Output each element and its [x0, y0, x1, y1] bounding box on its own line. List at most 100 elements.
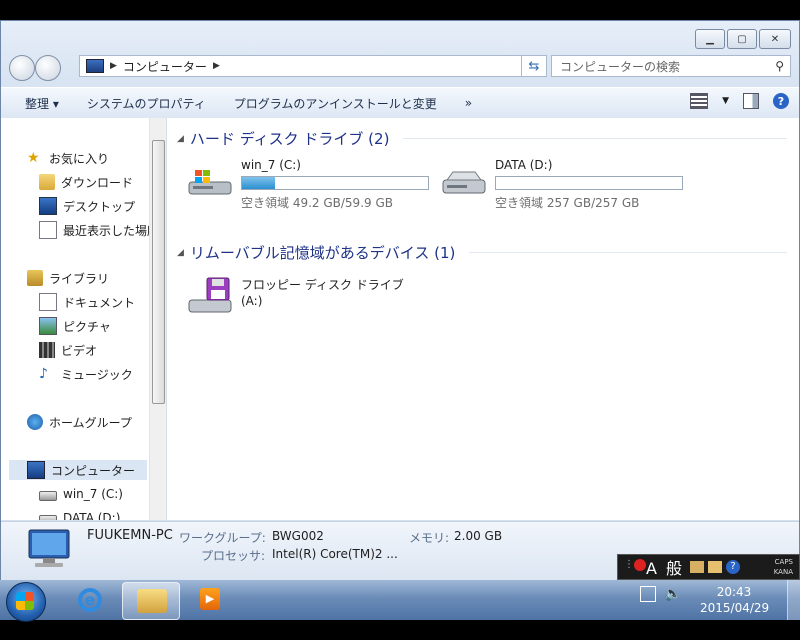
chevron-down-icon[interactable]: ▼ — [722, 96, 729, 106]
sidebar-item-drive-c[interactable]: win_7 (C:) — [39, 484, 123, 504]
kana-label: KANA — [773, 568, 793, 576]
sidebar-item-computer[interactable]: コンピューター — [9, 460, 147, 480]
sidebar-item-label: ミュージック — [61, 367, 133, 382]
start-button[interactable] — [6, 582, 46, 622]
volume-icon[interactable]: 🔈 — [664, 586, 681, 602]
help-icon[interactable]: ? — [773, 93, 789, 109]
command-bar-right: ▼ ? — [690, 93, 789, 109]
ime-mode[interactable]: A 般 — [646, 555, 684, 579]
drive-name-line2: (A:) — [241, 294, 263, 308]
sidebar-item-drive-d[interactable]: DATA (D:) — [39, 508, 120, 520]
search-input[interactable]: コンピューターの検索 ⚲ — [551, 55, 791, 77]
sidebar-item-label: DATA (D:) — [63, 511, 121, 520]
uninstall-button[interactable]: プログラムのアンインストールと変更 — [220, 95, 451, 112]
chevron-right-icon[interactable]: ▶ — [213, 61, 220, 71]
drive-c[interactable]: win_7 (C:) 空き領域 49.2 GB/59.9 GB — [187, 158, 437, 218]
memory-value: 2.00 GB — [454, 529, 503, 543]
downloads-folder-icon — [39, 174, 55, 190]
drive-icon — [39, 515, 57, 520]
sidebar-item-recent[interactable]: 最近表示した場所 — [39, 220, 159, 240]
back-button[interactable] — [9, 55, 35, 81]
clock[interactable]: 20:43 2015/04/29 — [700, 584, 769, 616]
drive-name: win_7 (C:) — [241, 158, 301, 172]
drive-d[interactable]: DATA (D:) 空き領域 257 GB/257 GB — [441, 158, 691, 218]
sidebar-item-label: デスクトップ — [63, 199, 136, 214]
sidebar-item-label: ライブラリ — [49, 271, 110, 286]
sidebar-item-downloads[interactable]: ダウンロード — [39, 172, 133, 192]
computer-monitor-icon — [28, 529, 70, 567]
refresh-button[interactable]: ⇆ — [521, 55, 547, 77]
change-view-icon[interactable] — [690, 93, 709, 109]
sidebar-item-label: win_7 (C:) — [63, 487, 123, 501]
help-icon[interactable]: ? — [726, 560, 741, 574]
drive-usage-bar — [241, 176, 429, 190]
sidebar-item-documents[interactable]: ドキュメント — [39, 292, 135, 312]
sidebar-item-homegroup[interactable]: ホームグループ — [27, 412, 132, 432]
group-title: リムーバブル記憶域があるデバイス (1) — [189, 244, 456, 262]
sidebar-item-label: コンピューター — [51, 463, 136, 478]
sidebar-item-label: ホームグループ — [49, 415, 132, 430]
taskbar-explorer[interactable] — [122, 582, 180, 620]
sidebar-item-label: お気に入り — [49, 151, 110, 166]
pictures-icon — [39, 317, 57, 335]
close-button[interactable]: ✕ — [759, 29, 791, 49]
workgroup-value: BWG002 — [272, 529, 324, 543]
drive-free-space: 空き領域 257 GB/257 GB — [495, 196, 640, 210]
navigation-row: ▶ コンピューター ▶ ▼ ⇆ コンピューターの検索 ⚲ — [7, 53, 791, 81]
minimize-button[interactable]: ▁ — [695, 29, 725, 49]
internet-explorer-icon: e — [78, 588, 102, 612]
sidebar-item-label: ドキュメント — [63, 295, 136, 310]
workgroup-label: ワークグループ: — [179, 531, 266, 545]
sidebar-item-music[interactable]: ♪ ミュージック — [39, 364, 133, 384]
address-bar[interactable]: ▶ コンピューター ▶ ▼ — [79, 55, 545, 77]
collapse-triangle-icon[interactable]: ◢ — [177, 248, 184, 258]
network-icon[interactable] — [640, 586, 656, 602]
system-tray: 🔈 — [640, 586, 681, 602]
drive-name: DATA (D:) — [495, 158, 553, 172]
main-content: ◢ ハード ディスク ドライブ (2) win_7 (C:) 空き領域 49.2… — [167, 118, 799, 520]
preview-pane-icon[interactable] — [743, 93, 759, 109]
nav-scrollbar[interactable] — [149, 118, 166, 520]
command-bar: 整理 ▾ システムのプロパティ プログラムのアンインストールと変更 » ▼ ? — [1, 87, 799, 119]
drive-floppy[interactable]: フロッピー ディスク ドライブ (A:) — [187, 276, 437, 320]
forward-button[interactable] — [35, 55, 61, 81]
caps-kana-indicator: CAPS KANA — [774, 557, 793, 577]
show-desktop-button[interactable] — [787, 580, 800, 620]
taskbar-internet-explorer[interactable]: e — [62, 582, 118, 618]
maximize-button[interactable]: ▢ — [727, 29, 757, 49]
ime-pad-icon[interactable] — [690, 561, 705, 573]
drive-name-line1: フロッピー ディスク ドライブ — [241, 278, 404, 292]
sidebar-item-videos[interactable]: ビデオ — [39, 340, 97, 360]
collapse-triangle-icon[interactable]: ◢ — [177, 134, 184, 144]
more-commands-button[interactable]: » — [451, 96, 486, 110]
organize-label: 整理 — [25, 96, 50, 111]
music-note-icon: ♪ — [39, 366, 48, 382]
sidebar-item-label: ピクチャ — [63, 319, 111, 334]
chevron-right-icon: ▶ — [110, 61, 117, 71]
sidebar-item-desktop[interactable]: デスクトップ — [39, 196, 135, 216]
ime-language-bar[interactable]: ⋮ A 般 ? CAPS KANA — [617, 554, 800, 580]
taskbar: e ▶ 🔈 20:43 2015/04/29 — [0, 580, 800, 622]
media-player-icon[interactable]: ▶ — [200, 588, 220, 610]
ime-status-icon[interactable] — [634, 559, 646, 571]
title-buttons: ▁ ▢ ✕ — [695, 29, 791, 49]
folder-icon — [137, 589, 167, 613]
sidebar-item-favorites[interactable]: ★ お気に入り — [27, 148, 109, 168]
pc-name: FUUKEMN-PC — [87, 528, 173, 543]
drive-usage-fill — [242, 177, 276, 189]
organize-button[interactable]: 整理 ▾ — [1, 95, 73, 112]
language-bar-handle-icon[interactable]: ⋮ — [624, 559, 634, 570]
address-path: コンピューター — [122, 59, 207, 74]
sidebar-item-pictures[interactable]: ピクチャ — [39, 316, 111, 336]
sidebar-item-libraries[interactable]: ライブラリ — [27, 268, 109, 288]
group-header-removable[interactable]: ◢ リムーバブル記憶域があるデバイス (1) — [177, 242, 787, 263]
system-properties-button[interactable]: システムのプロパティ — [73, 95, 220, 112]
group-divider — [403, 138, 787, 139]
computer-icon — [86, 59, 104, 73]
scrollbar-thumb[interactable] — [152, 140, 165, 404]
hard-drive-icon — [442, 171, 486, 194]
sidebar-item-label: ビデオ — [61, 343, 98, 358]
ime-tools-icon[interactable] — [708, 561, 723, 573]
search-icon[interactable]: ⚲ — [775, 59, 784, 73]
group-header-hdd[interactable]: ◢ ハード ディスク ドライブ (2) — [177, 128, 787, 149]
